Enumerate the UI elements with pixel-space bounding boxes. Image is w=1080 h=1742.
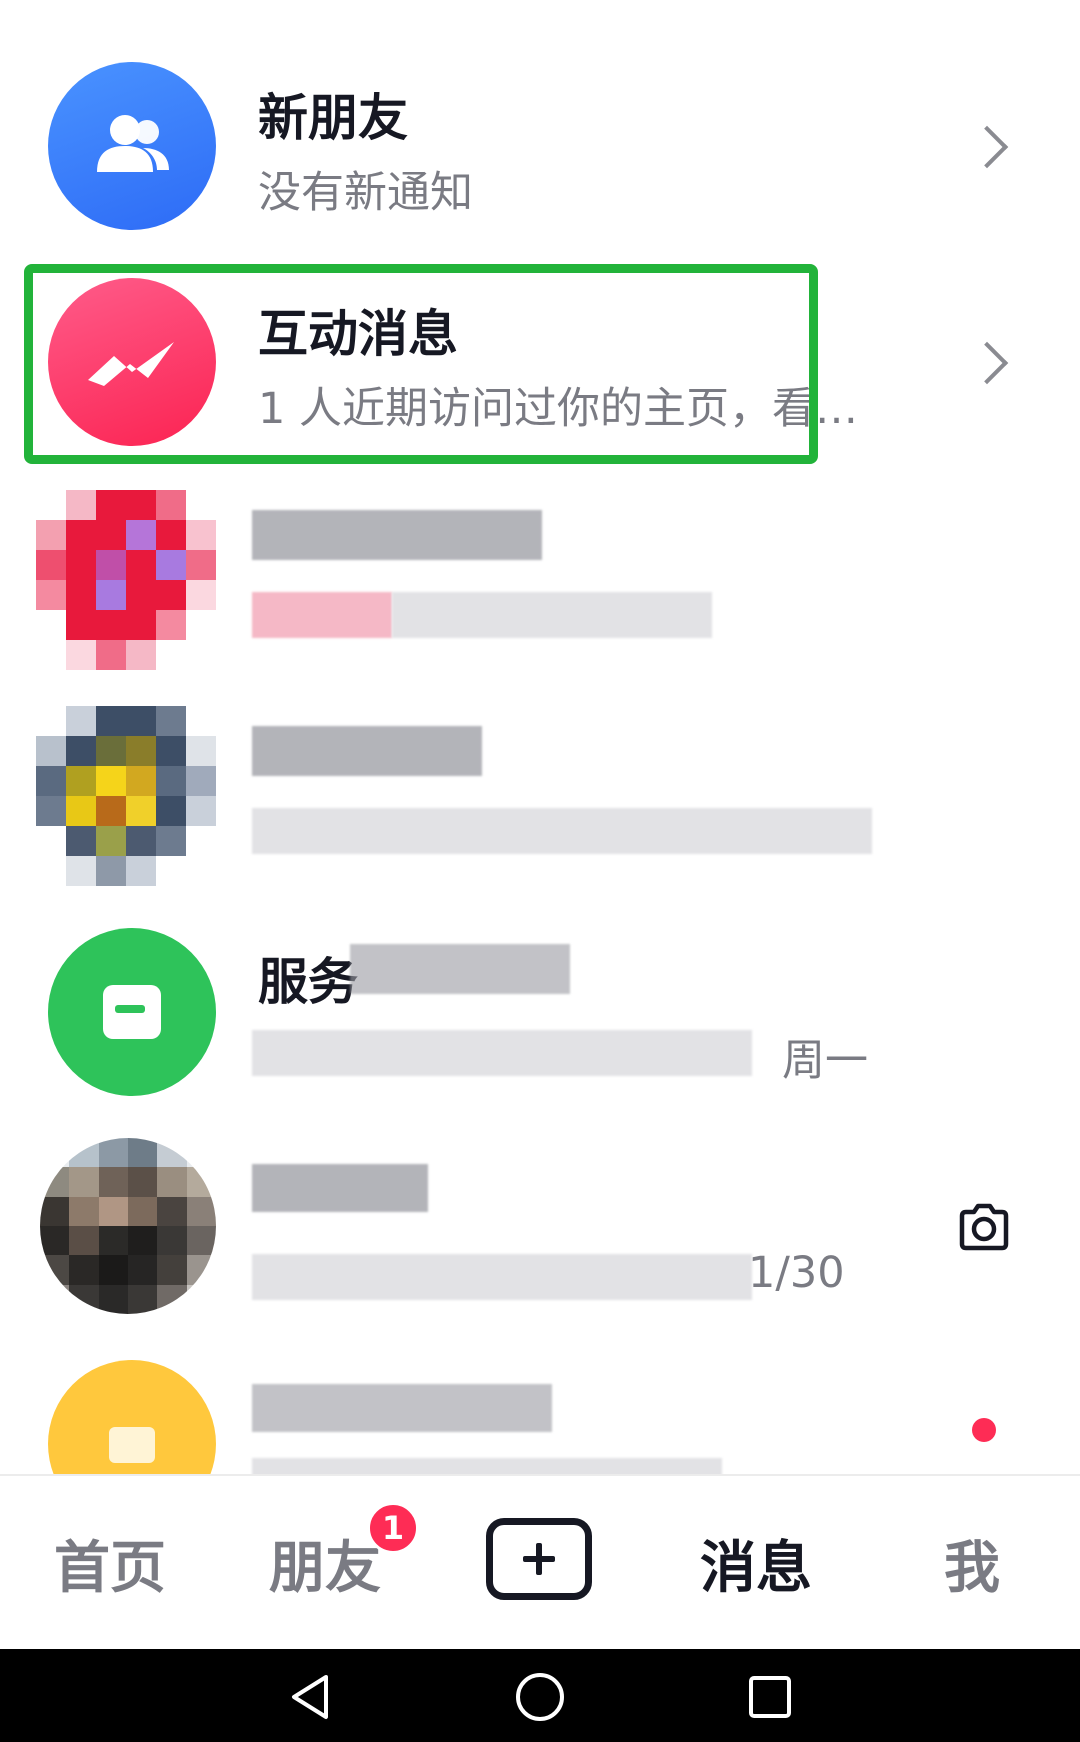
conversation-row[interactable]: 1/30	[0, 1118, 1080, 1334]
redacted-title	[252, 726, 482, 776]
redacted-title	[252, 510, 542, 560]
tab-home[interactable]: 首页	[30, 1476, 190, 1651]
avatar	[40, 1138, 216, 1314]
highlight-box	[24, 264, 818, 464]
conversation-row[interactable]: 服务 周一	[0, 902, 1080, 1118]
message-list: 新朋友 没有新通知 互动消息 1 人近期访问过你的主页，看… 服务 周一 1/3…	[0, 0, 1080, 1474]
redacted-title	[350, 944, 570, 994]
chevron-right-icon	[965, 341, 1009, 385]
redacted-text	[252, 1030, 752, 1076]
chevron-right-icon	[965, 125, 1009, 169]
conversation-row[interactable]	[0, 1334, 1080, 1474]
row-subtitle: 没有新通知	[258, 168, 473, 218]
system-navigation-bar	[0, 1649, 1080, 1742]
avatar	[48, 1360, 216, 1474]
tab-me[interactable]: 我	[892, 1476, 1052, 1651]
camera-icon[interactable]	[956, 1202, 1012, 1254]
timestamp: 1/30	[748, 1248, 845, 1298]
plus-icon	[523, 1543, 555, 1575]
recents-icon[interactable]	[740, 1669, 800, 1725]
create-button[interactable]	[486, 1518, 592, 1600]
redacted-text	[252, 1458, 722, 1474]
redacted-text	[252, 1254, 752, 1300]
redacted-title	[252, 1384, 552, 1432]
conversation-row[interactable]	[0, 470, 1080, 686]
row-title: 新朋友	[258, 89, 408, 147]
notification-badge: 1	[367, 1502, 419, 1554]
redacted-text	[392, 592, 712, 638]
avatar	[36, 490, 216, 670]
bottom-tab-bar: 首页 朋友 1 消息 我	[0, 1474, 1080, 1651]
conversation-row[interactable]	[0, 686, 1080, 902]
back-icon[interactable]	[280, 1669, 340, 1725]
redacted-title	[252, 1164, 428, 1212]
avatar	[36, 706, 216, 886]
tab-friends-label: 朋友	[269, 1536, 381, 1601]
home-icon[interactable]	[510, 1669, 570, 1725]
service-icon	[48, 928, 216, 1096]
tab-friends[interactable]: 朋友 1	[245, 1476, 419, 1651]
redacted-text	[252, 808, 872, 854]
timestamp: 周一	[782, 1036, 868, 1086]
unread-dot	[972, 1418, 996, 1442]
new-friends-row[interactable]: 新朋友 没有新通知	[0, 38, 1080, 254]
tab-messages[interactable]: 消息	[676, 1476, 836, 1651]
redacted-text	[252, 592, 392, 638]
row-title: 服务	[258, 953, 358, 1011]
users-icon	[48, 62, 216, 230]
